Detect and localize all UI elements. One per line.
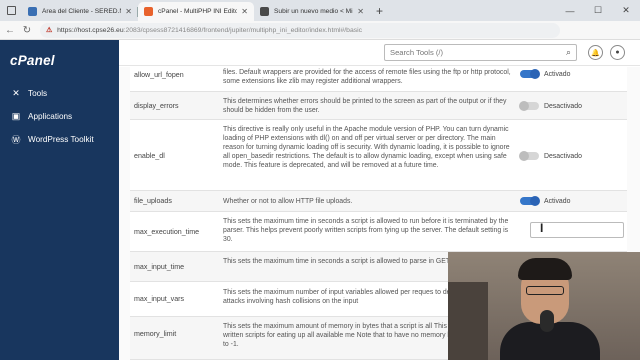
toggle-switch[interactable] [519,151,539,161]
search-placeholder: Search Tools (/) [390,48,444,57]
directive-description: Whether or not to allow HTTP file upload… [223,198,353,205]
directive-name: file_uploads [134,197,172,205]
tab-title: Subir un nuevo medio < Mi Aca [274,8,353,15]
close-window-icon[interactable]: ✕ [612,0,640,21]
search-icon: ⌕ [565,47,571,57]
refresh-icon[interactable]: ↻ [20,25,34,36]
tab-favicon-icon [144,7,153,16]
user-icon[interactable]: ● [610,45,625,60]
tab-close-icon[interactable]: ✕ [357,7,364,16]
table-row: max_execution_time This sets the maximum… [130,212,627,252]
sidebar-item-label: WordPress Toolkit [28,135,94,144]
table-row: enable_dl This directive is really only … [130,120,627,191]
directive-name: memory_limit [134,330,177,338]
tab-close-icon[interactable]: ✕ [125,7,132,16]
tab-favicon-icon [28,7,37,16]
directive-description: This sets the maximum time in seconds a … [223,218,509,244]
directive-name: enable_dl [134,152,165,160]
tools-icon: ✕ [12,88,20,98]
window-controls: — ☐ ✕ [556,0,640,21]
sidebar: cPanel ✕ Tools ▣ Applications Ⓦ WordPres… [0,40,119,360]
toggle-label: Activado [544,197,571,205]
browser-tab[interactable]: Subir un nuevo medio < Mi Aca ✕ [254,2,370,21]
sidebar-item-tools[interactable]: ✕ Tools [0,82,119,105]
max-execution-time-input[interactable] [530,222,624,238]
file-uploads-toggle[interactable]: Activado [520,196,571,206]
browser-tab-active[interactable]: cPanel - MultiPHP INI Editor ✕ [138,2,254,21]
address-bar: ← ↻ ⚠ https://host.cpse26.eu:2083/cpsess… [0,21,640,40]
directive-name: allow_url_fopen [134,71,184,79]
directive-name: max_execution_time [134,228,200,236]
minimize-icon[interactable]: — [556,0,584,21]
back-icon[interactable]: ← [3,25,17,36]
table-row: file_uploads Whether or not to allow HTT… [130,191,627,212]
tab-title: Área del Cliente - SERED.NET [42,8,121,15]
maximize-icon[interactable]: ☐ [584,0,612,21]
toggle-label: Activado [544,70,571,78]
sidebar-item-applications[interactable]: ▣ Applications [0,105,119,128]
search-input[interactable]: Search Tools (/) ⌕ [384,44,577,61]
directive-description: This determines whether errors should be… [223,98,507,115]
tab-close-icon[interactable]: ✕ [241,7,248,16]
sidebar-item-label: Tools [28,89,48,98]
browser-tab[interactable]: Área del Cliente - SERED.NET ✕ [22,2,138,21]
toggle-label: Desactivado [544,102,582,110]
text-cursor-icon: I [540,221,544,235]
toggle-switch[interactable] [520,69,540,79]
table-row: display_errors This determines whether e… [130,92,627,120]
toggle-label: Desactivado [544,152,582,160]
wordpress-icon: Ⓦ [11,135,21,145]
tab-title: cPanel - MultiPHP INI Editor [158,8,238,15]
toggle-switch[interactable] [519,101,539,111]
tab-favicon-icon [260,7,269,16]
applications-icon: ▣ [11,111,21,121]
browser-tab-bar: Área del Cliente - SERED.NET ✕ cPanel - … [0,0,640,21]
directive-name: max_input_time [134,263,185,271]
cpanel-logo[interactable]: cPanel [0,40,119,82]
notifications-icon[interactable]: 🔔 [588,45,603,60]
directive-name: display_errors [134,102,179,110]
sidebar-item-wordpress-toolkit[interactable]: Ⓦ WordPress Toolkit [0,128,119,151]
enable-dl-toggle[interactable]: Desactivado [519,151,582,161]
window-icon [0,0,22,21]
directive-description: files. Default wrappers are provided for… [223,69,511,86]
webcam-overlay [448,252,640,360]
url-path: :2083/cpsess8721416869/frontend/jupiter/… [123,26,363,34]
url-field[interactable]: ⚠ https://host.cpse26.eu:2083/cpsess8721… [40,22,560,38]
url-host: https://host.cpse26.eu [57,26,124,34]
display-errors-toggle[interactable]: Desactivado [519,101,582,111]
new-tab-button[interactable]: + [370,4,389,21]
table-row: allow_url_fopen files. Default wrappers … [130,67,627,92]
header: Search Tools (/) ⌕ 🔔 ● [119,40,640,66]
toggle-switch[interactable] [520,196,540,206]
allow-url-fopen-toggle[interactable]: Activado [520,69,571,79]
directive-description: This directive is really only useful in … [223,126,510,170]
sidebar-item-label: Applications [28,112,73,121]
directive-name: max_input_vars [134,295,185,303]
not-secure-icon[interactable]: ⚠ [46,26,52,34]
